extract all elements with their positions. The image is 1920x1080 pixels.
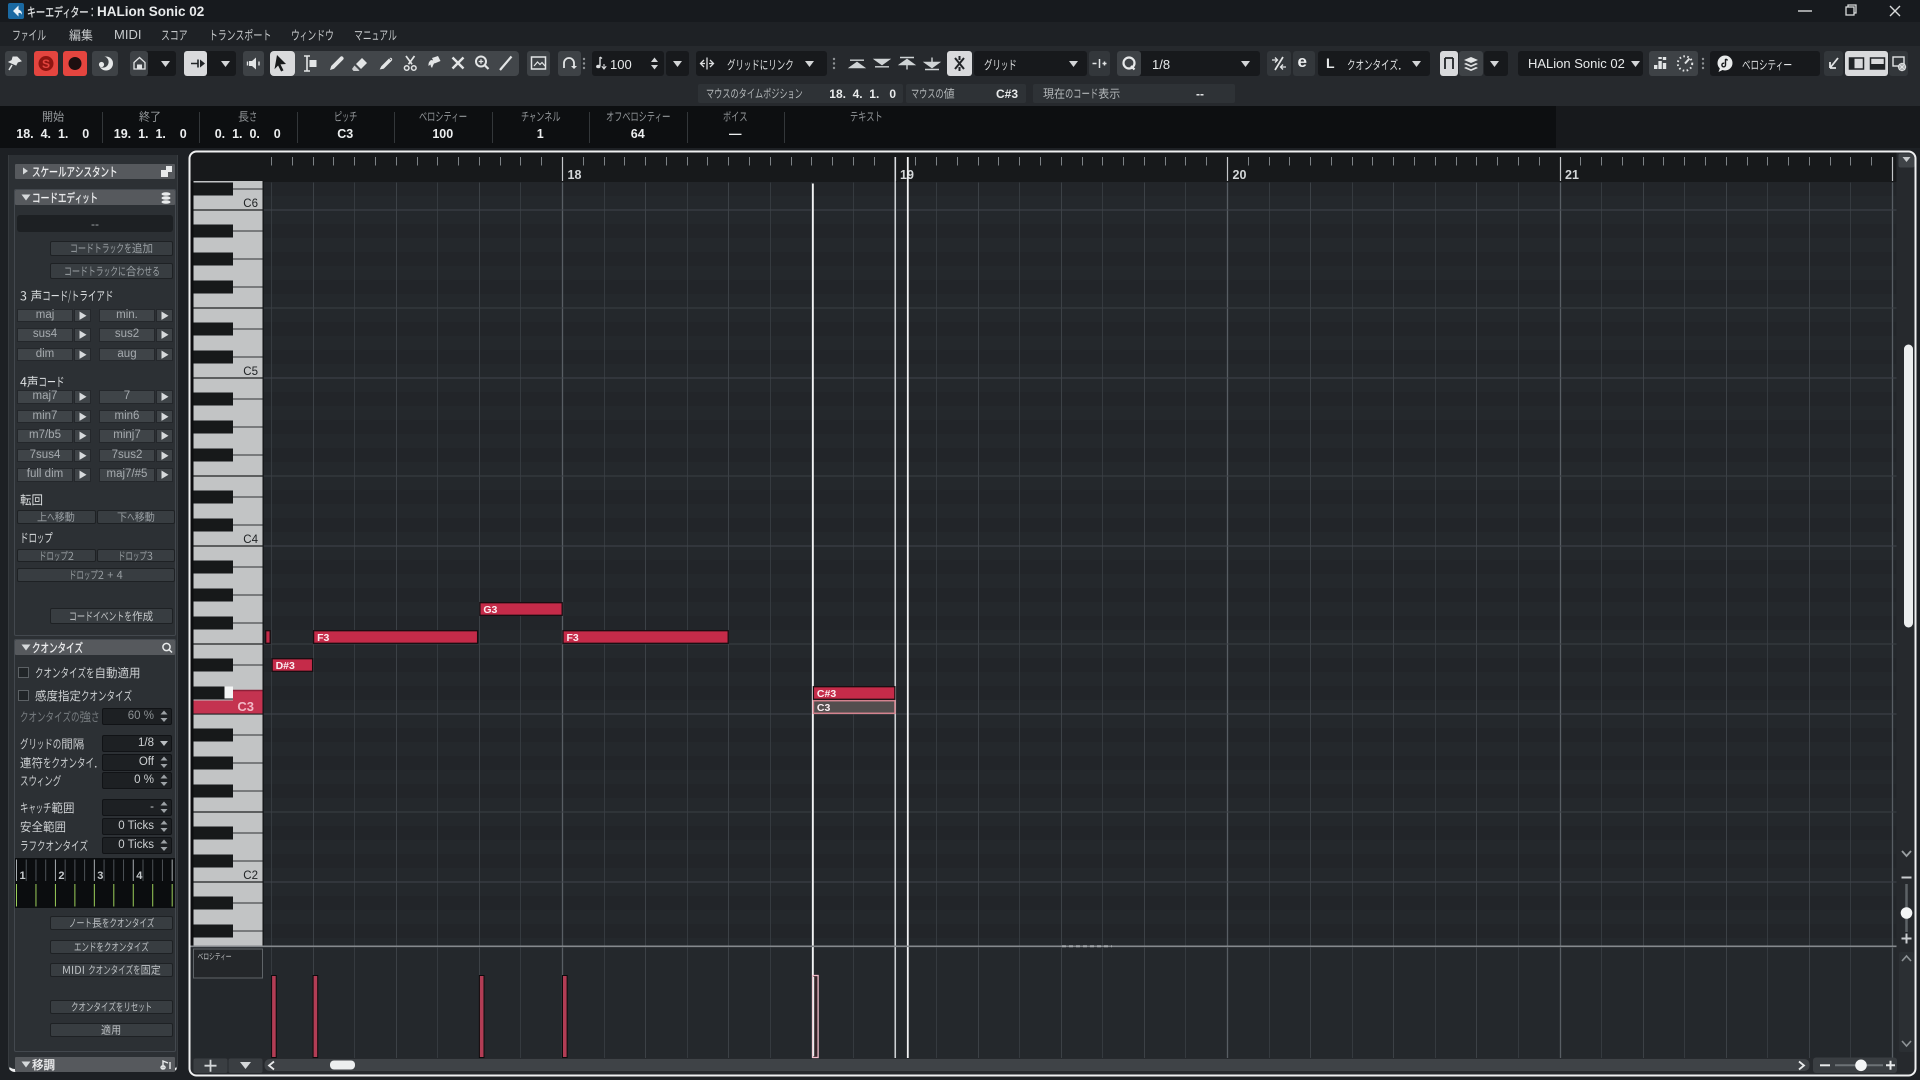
svg-text:G3: G3 xyxy=(483,604,497,616)
svg-text:S: S xyxy=(42,57,50,71)
svg-text:C5: C5 xyxy=(243,366,258,378)
svg-text:3: 3 xyxy=(97,870,103,882)
svg-text:D#3: D#3 xyxy=(276,660,295,672)
svg-text:F3: F3 xyxy=(317,632,329,644)
svg-text:C3: C3 xyxy=(237,699,254,714)
svg-text:2: 2 xyxy=(58,870,64,882)
svg-text:F3: F3 xyxy=(567,632,579,644)
svg-text:4: 4 xyxy=(136,870,143,882)
svg-text:21: 21 xyxy=(1565,168,1579,182)
svg-text:C#3: C#3 xyxy=(817,688,836,700)
svg-text:1: 1 xyxy=(20,870,26,882)
svg-text:C4: C4 xyxy=(243,534,258,546)
svg-text:20: 20 xyxy=(1233,168,1247,182)
svg-text:C2: C2 xyxy=(243,870,258,882)
svg-text:C6: C6 xyxy=(243,198,258,210)
svg-text:C3: C3 xyxy=(817,702,831,714)
svg-text:18: 18 xyxy=(568,168,582,182)
